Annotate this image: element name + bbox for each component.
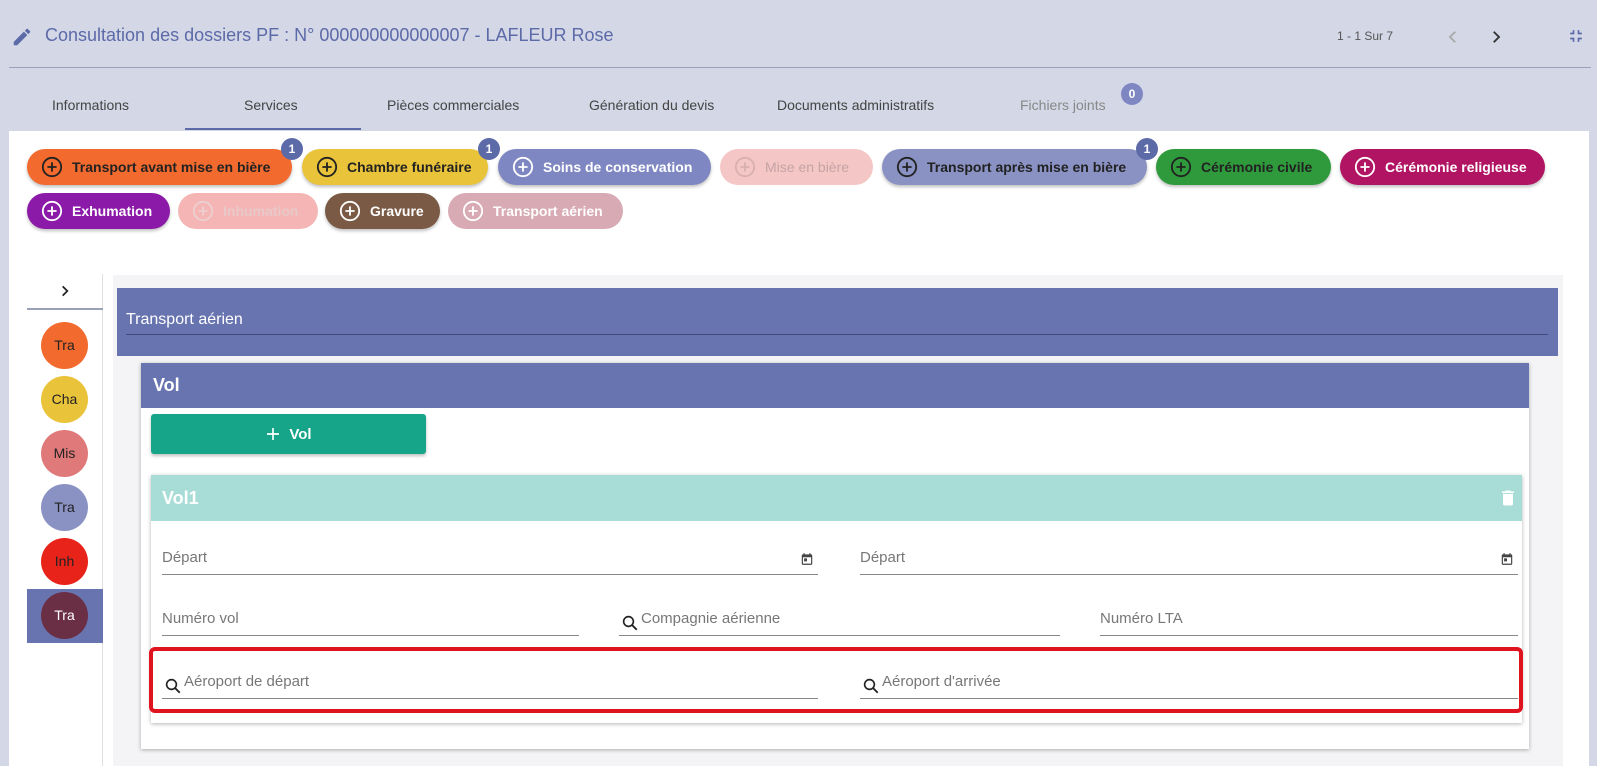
- add-circle-icon: [192, 200, 214, 222]
- vol1-header: [151, 475, 1522, 521]
- highlight-box: [149, 647, 1523, 713]
- add-circle-icon: [41, 200, 63, 222]
- chip-label: Transport avant mise en bière: [72, 159, 271, 175]
- add-circle-icon: [896, 156, 918, 178]
- trash-icon[interactable]: [1498, 487, 1518, 509]
- service-chip-ceremonie-religieuse[interactable]: Cérémonie religieuse: [1340, 149, 1545, 185]
- depart-date-field[interactable]: Départ: [162, 541, 818, 575]
- chip-label: Gravure: [370, 203, 424, 219]
- add-circle-icon: [316, 156, 338, 178]
- service-chip-exhumation[interactable]: Exhumation: [27, 193, 170, 229]
- field-placeholder: Départ: [162, 549, 208, 566]
- chip-label: Transport après mise en bière: [927, 159, 1127, 175]
- rail-avatar-transport-apres[interactable]: Tra: [41, 484, 88, 531]
- rail-expand-toggle[interactable]: [27, 274, 103, 310]
- service-chip-gravure[interactable]: Gravure: [325, 193, 440, 229]
- field-placeholder: Départ: [860, 549, 906, 566]
- tab-fichiers-joints[interactable]: Fichiers joints: [1020, 97, 1106, 113]
- chip-count-badge: 1: [478, 138, 500, 160]
- chip-label: Cérémonie civile: [1201, 159, 1313, 175]
- service-chip-soins-conservation[interactable]: Soins de conservation: [498, 149, 711, 185]
- field-placeholder: Numéro LTA: [1100, 610, 1183, 627]
- chip-count-badge: 1: [1136, 138, 1158, 160]
- rail-avatar-transport-aerien[interactable]: Tra: [41, 592, 88, 639]
- vol-card-header: [141, 363, 1529, 408]
- chevron-left-icon[interactable]: [1444, 27, 1462, 47]
- add-vol-button[interactable]: Vol: [151, 414, 426, 454]
- add-circle-icon: [462, 200, 484, 222]
- rail-avatar-chambre[interactable]: Cha: [41, 376, 88, 423]
- add-circle-icon: [41, 156, 63, 178]
- header-divider: [9, 67, 1591, 68]
- service-title-divider: [126, 334, 1548, 335]
- vol1-title: Vol1: [162, 488, 199, 508]
- add-circle-icon: [339, 200, 361, 222]
- add-circle-icon: [1170, 156, 1192, 178]
- page-title: Consultation des dossiers PF : N° 000000…: [45, 25, 614, 45]
- service-chip-mise-en-biere[interactable]: Mise en bière: [720, 149, 873, 185]
- vol-card-title: Vol: [153, 375, 180, 395]
- chip-label: Cérémonie religieuse: [1385, 159, 1527, 175]
- search-icon: [622, 615, 638, 631]
- compagnie-aerienne-field[interactable]: Compagnie aérienne: [619, 602, 1060, 636]
- tab-documents-administratifs[interactable]: Documents administratifs: [777, 97, 934, 113]
- chip-label: Chambre funéraire: [347, 159, 472, 175]
- chevron-right-icon: [62, 285, 69, 297]
- field-placeholder: Compagnie aérienne: [641, 610, 781, 627]
- chip-label: Mise en bière: [765, 159, 850, 175]
- add-circle-icon: [512, 156, 534, 178]
- service-chip-chambre-funeraire[interactable]: Chambre funéraire: [302, 149, 488, 185]
- collapse-icon[interactable]: [1566, 26, 1586, 46]
- field-placeholder: Numéro vol: [162, 610, 239, 627]
- service-chip-transport-apres[interactable]: Transport après mise en bière: [882, 149, 1147, 185]
- chevron-right-icon[interactable]: [1487, 27, 1505, 47]
- files-count-badge: 0: [1121, 83, 1143, 105]
- add-circle-icon: [1354, 156, 1376, 178]
- chip-count-badge: 1: [281, 138, 303, 160]
- tab-services[interactable]: Services: [244, 97, 298, 113]
- rail-avatar-transport-avant[interactable]: Tra: [41, 322, 88, 369]
- active-tab-indicator: [185, 128, 361, 130]
- plus-icon: [267, 428, 280, 440]
- depart-time-field[interactable]: Départ: [860, 541, 1518, 575]
- chip-label: Soins de conservation: [543, 159, 693, 175]
- add-vol-label: Vol: [289, 425, 312, 443]
- rail-avatar-mise-en-biere[interactable]: Mis: [41, 430, 88, 477]
- numero-vol-field[interactable]: Numéro vol: [162, 602, 579, 636]
- chip-label: Transport aérien: [493, 203, 603, 219]
- calendar-icon[interactable]: [1500, 552, 1514, 566]
- tab-generation-devis[interactable]: Génération du devis: [589, 97, 714, 113]
- add-circle-icon: [734, 156, 756, 178]
- numero-lta-field[interactable]: Numéro LTA: [1100, 602, 1518, 636]
- service-title: Transport aérien: [126, 311, 243, 328]
- rail-avatar-inhumation[interactable]: Inh: [41, 538, 88, 585]
- pager-text: 1 - 1 Sur 7: [1337, 29, 1394, 43]
- tab-pieces-commerciales[interactable]: Pièces commerciales: [387, 97, 519, 113]
- service-chip-transport-avant[interactable]: Transport avant mise en bière: [27, 149, 292, 185]
- calendar-icon[interactable]: [800, 552, 814, 566]
- chip-label: Exhumation: [72, 203, 153, 219]
- service-chip-ceremonie-civile[interactable]: Cérémonie civile: [1156, 149, 1331, 185]
- pencil-icon: [13, 28, 31, 46]
- service-chip-transport-aerien[interactable]: Transport aérien: [448, 193, 623, 229]
- service-chip-inhumation[interactable]: Inhumation: [178, 193, 318, 229]
- chip-label: Inhumation: [223, 203, 299, 219]
- service-header: [117, 288, 1558, 356]
- tab-informations[interactable]: Informations: [52, 97, 129, 113]
